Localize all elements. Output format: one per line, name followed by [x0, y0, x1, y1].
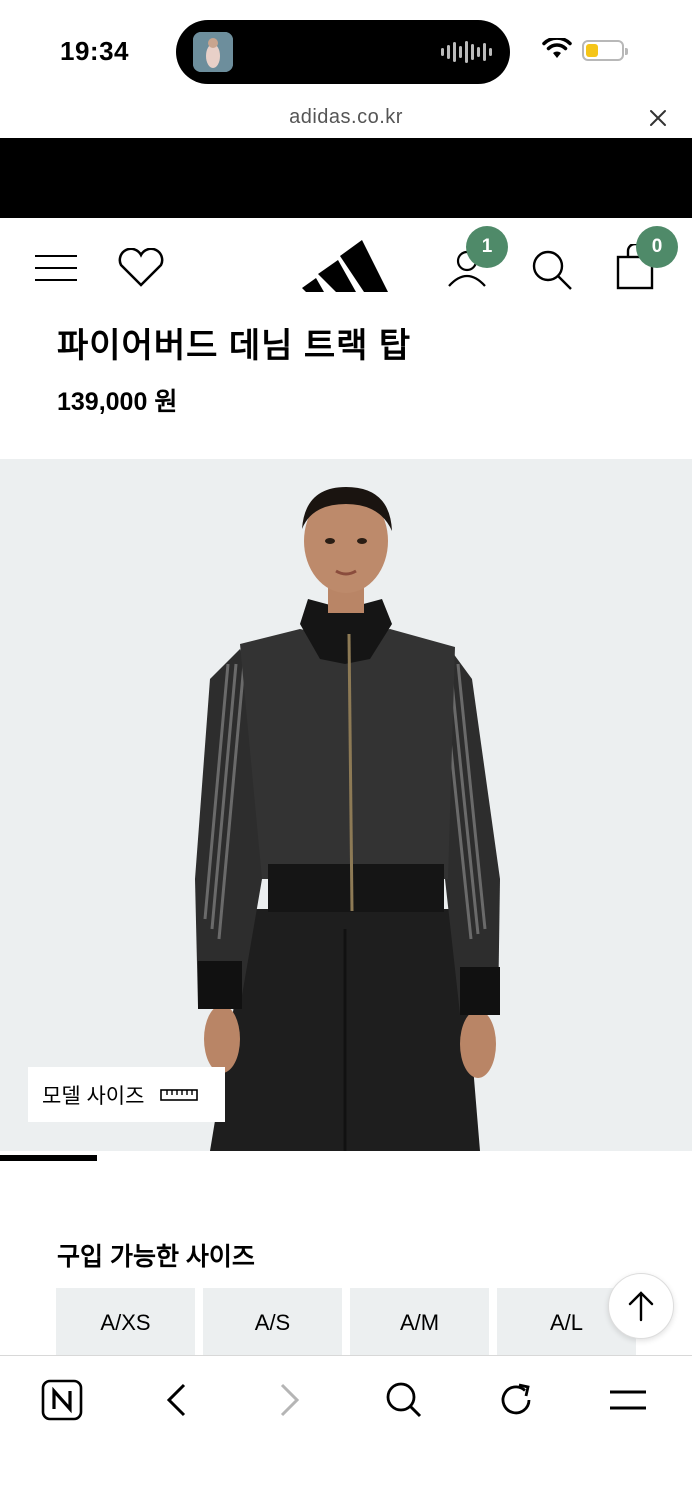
model-size-button[interactable]: 모델 사이즈: [28, 1067, 225, 1122]
model-size-label: 모델 사이즈: [42, 1084, 145, 1108]
adidas-logo[interactable]: [302, 240, 388, 294]
status-bar: 19:34: [0, 0, 692, 100]
naver-home-button[interactable]: [40, 1378, 84, 1422]
reload-icon: [501, 1383, 531, 1415]
close-icon[interactable]: [646, 106, 670, 130]
site-header: 1 0: [0, 218, 692, 316]
browser-search-button[interactable]: [382, 1378, 426, 1422]
dynamic-island[interactable]: [176, 20, 510, 84]
wifi-icon: [542, 38, 572, 58]
back-to-top-button[interactable]: [608, 1273, 674, 1339]
gallery-progress-fill: [0, 1155, 97, 1161]
hamburger-icon: [610, 1390, 646, 1410]
ruler-icon: [160, 1088, 199, 1101]
gallery-progress: [0, 1155, 692, 1161]
product-price: 139,000 원: [57, 388, 178, 416]
available-sizes-title: 구입 가능한 사이즈: [57, 1243, 255, 1271]
browser-toolbar: [0, 1355, 692, 1500]
hamburger-icon[interactable]: [34, 254, 78, 282]
forward-button[interactable]: [268, 1378, 312, 1422]
chevron-left-icon: [166, 1383, 186, 1417]
browser-menu-button[interactable]: [606, 1378, 650, 1422]
product-image[interactable]: 모델 사이즈: [0, 459, 692, 1151]
heart-icon[interactable]: [116, 248, 166, 288]
status-time: 19:34: [60, 36, 129, 66]
back-button[interactable]: [154, 1378, 198, 1422]
battery-icon: [582, 40, 628, 61]
model-photo: [195, 487, 500, 1151]
product-title: 파이어버드 데님 트랙 탑: [57, 327, 412, 365]
chevron-right-icon: [280, 1383, 300, 1417]
url-text[interactable]: adidas.co.kr: [0, 106, 692, 129]
search-icon[interactable]: [530, 248, 574, 292]
size-option[interactable]: A/S: [203, 1288, 342, 1358]
account-badge: 1: [466, 226, 508, 268]
cart-badge: 0: [636, 226, 678, 268]
size-options: A/XS A/S A/M A/L: [56, 1288, 636, 1358]
promo-banner[interactable]: [0, 138, 692, 218]
size-option[interactable]: A/XS: [56, 1288, 195, 1358]
audio-wave-icon: [441, 41, 492, 63]
now-playing-thumbnail: [193, 32, 233, 72]
search-icon: [386, 1382, 422, 1418]
size-option[interactable]: A/M: [350, 1288, 489, 1358]
naver-icon: [41, 1379, 83, 1421]
reload-button[interactable]: [494, 1378, 538, 1422]
arrow-up-icon: [628, 1291, 654, 1322]
browser-url-bar[interactable]: adidas.co.kr: [0, 100, 692, 138]
